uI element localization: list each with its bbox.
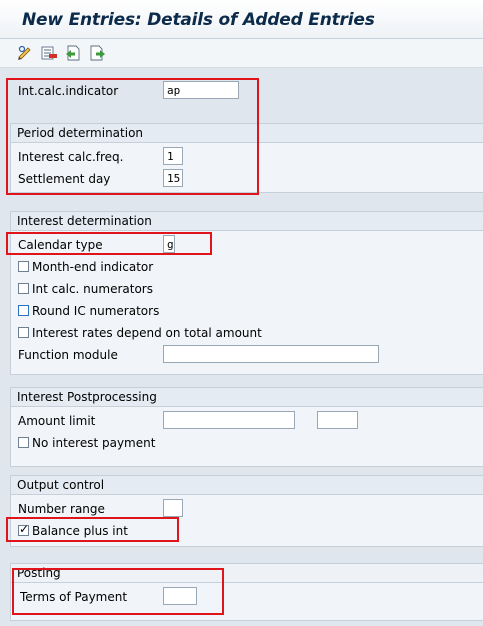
display-change-icon[interactable] <box>16 44 34 62</box>
round-ic-numerators-checkbox[interactable] <box>18 305 29 316</box>
application-toolbar <box>0 39 483 68</box>
no-interest-payment-label: No interest payment <box>32 436 156 450</box>
title-bar: New Entries: Details of Added Entries <box>0 0 483 39</box>
function-module-field[interactable] <box>163 345 379 363</box>
number-range-field[interactable] <box>163 499 183 517</box>
interest-determination-title: Interest determination <box>17 214 152 228</box>
interest-calc-freq-label: Interest calc.freq. <box>18 150 124 164</box>
amount-limit-label: Amount limit <box>18 414 96 428</box>
posting-header: Posting <box>11 564 483 583</box>
terms-of-payment-field[interactable] <box>163 587 197 605</box>
balance-plus-int-checkbox[interactable] <box>18 522 29 536</box>
terms-of-payment-label: Terms of Payment <box>20 590 128 604</box>
interest-postprocessing-header: Interest Postprocessing <box>11 388 483 407</box>
int-calc-numerators-checkbox[interactable] <box>18 283 29 294</box>
posting-title: Posting <box>17 566 61 580</box>
int-calc-indicator-label: Int.calc.indicator <box>18 84 119 98</box>
interest-calc-freq-field[interactable]: 1 <box>163 147 183 165</box>
settlement-day-label: Settlement day <box>18 172 111 186</box>
interest-rates-total-label: Interest rates depend on total amount <box>32 326 262 340</box>
interest-postprocessing-title: Interest Postprocessing <box>17 390 157 404</box>
amount-limit-field[interactable] <box>163 411 295 429</box>
int-calc-numerators-label: Int calc. numerators <box>32 282 153 296</box>
settlement-day-field[interactable]: 15 <box>163 169 183 187</box>
calendar-type-label: Calendar type <box>18 238 103 252</box>
output-control-title: Output control <box>17 478 105 492</box>
interest-rates-total-checkbox[interactable] <box>18 327 29 338</box>
delete-icon[interactable] <box>40 44 58 62</box>
month-end-indicator-checkbox[interactable] <box>18 261 29 272</box>
page-title: New Entries: Details of Added Entries <box>22 10 375 30</box>
previous-entry-icon[interactable] <box>64 44 82 62</box>
period-determination-title: Period determination <box>17 126 144 140</box>
int-calc-indicator-field[interactable]: ap <box>163 81 239 99</box>
interest-determination-header: Interest determination <box>11 212 483 231</box>
period-determination-header: Period determination <box>11 124 483 143</box>
output-control-header: Output control <box>11 476 483 495</box>
amount-limit-currency-field[interactable] <box>317 411 358 429</box>
month-end-indicator-label: Month-end indicator <box>32 260 154 274</box>
calendar-type-field[interactable]: g <box>163 235 175 253</box>
round-ic-numerators-label: Round IC numerators <box>32 304 160 318</box>
function-module-label: Function module <box>18 348 118 362</box>
balance-plus-int-label: Balance plus int <box>32 524 128 538</box>
no-interest-payment-checkbox[interactable] <box>18 437 29 448</box>
next-entry-icon[interactable] <box>88 44 106 62</box>
number-range-label: Number range <box>18 502 105 516</box>
